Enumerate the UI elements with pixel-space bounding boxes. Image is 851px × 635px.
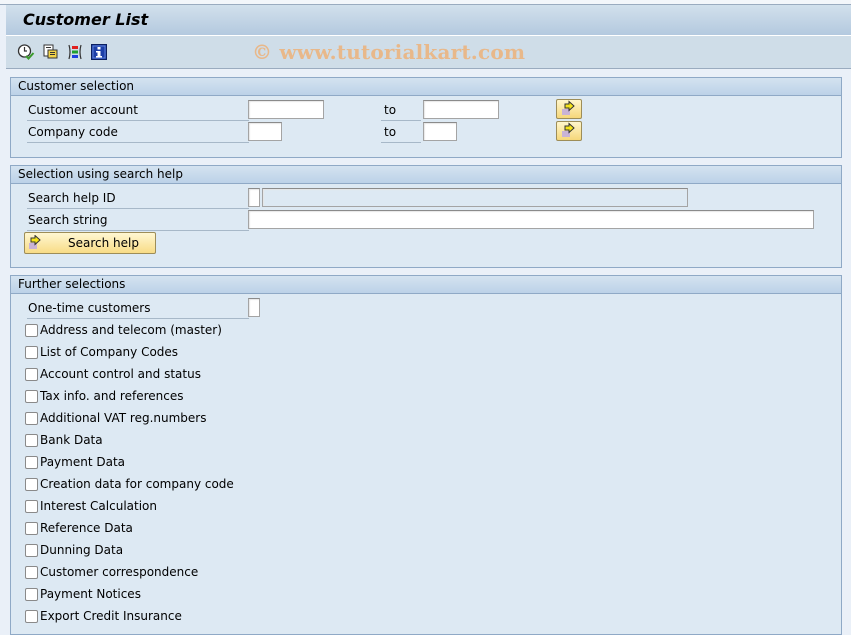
- one-time-customers-label: One-time customers: [27, 298, 249, 319]
- title-bar: Customer List: [6, 5, 851, 36]
- checkbox-label: Customer correspondence: [40, 565, 199, 579]
- further-selections-header: Further selections: [11, 276, 841, 294]
- arrow-right-icon: [29, 235, 41, 249]
- checkbox-label: Export Credit Insurance: [40, 609, 182, 623]
- checkbox[interactable]: [25, 390, 38, 403]
- customer-account-to-input[interactable]: [423, 100, 499, 119]
- search-help-button[interactable]: Search help: [24, 232, 156, 254]
- checkbox[interactable]: [25, 566, 38, 579]
- checkbox[interactable]: [25, 434, 38, 447]
- one-time-customers-input[interactable]: [248, 298, 260, 317]
- customer-account-from-input[interactable]: [248, 100, 324, 119]
- company-code-label: Company code: [27, 122, 249, 143]
- search-string-input[interactable]: [248, 210, 814, 229]
- checkbox[interactable]: [25, 610, 38, 623]
- checkbox-label: List of Company Codes: [40, 345, 179, 359]
- checkbox-label: Interest Calculation: [40, 499, 157, 513]
- company-code-multiple-selection-button[interactable]: [556, 121, 582, 141]
- checkbox[interactable]: [25, 500, 38, 513]
- checkbox[interactable]: [25, 588, 38, 601]
- checkbox-label: Account control and status: [40, 367, 201, 381]
- company-code-to-input[interactable]: [423, 122, 457, 141]
- checkbox[interactable]: [25, 324, 38, 337]
- checkbox-label: Creation data for company code: [40, 477, 234, 491]
- search-help-header: Selection using search help: [11, 166, 841, 184]
- checkbox[interactable]: [25, 346, 38, 359]
- watermark-text: © www.tutorialkart.com: [252, 40, 526, 64]
- search-help-id-description: [262, 188, 688, 207]
- checkbox-label: Bank Data: [40, 433, 103, 447]
- further-selections-group: Further selections One-time customers Ad…: [10, 275, 842, 635]
- application-toolbar: © www.tutorialkart.com: [6, 36, 851, 69]
- checkbox[interactable]: [25, 522, 38, 535]
- checkbox[interactable]: [25, 412, 38, 425]
- multiple-selection-arrow-icon: [562, 122, 575, 137]
- search-help-id-input[interactable]: [248, 188, 260, 207]
- search-string-label: Search string: [27, 210, 249, 231]
- checkbox-label: Additional VAT reg.numbers: [40, 411, 207, 425]
- customer-account-to-label: to: [381, 100, 421, 121]
- customer-account-multiple-selection-button[interactable]: [556, 99, 582, 119]
- search-help-id-label: Search help ID: [27, 188, 249, 209]
- company-code-to-label: to: [381, 122, 421, 143]
- checkbox-label: Reference Data: [40, 521, 133, 535]
- customer-selection-header: Customer selection: [11, 78, 841, 96]
- checkbox-label: Address and telecom (master): [40, 323, 222, 337]
- checkbox-label: Tax info. and references: [40, 389, 184, 403]
- get-variant-icon[interactable]: [42, 43, 60, 61]
- checkbox-label: Dunning Data: [40, 543, 124, 557]
- dynamic-selections-icon[interactable]: [66, 43, 84, 61]
- checkbox[interactable]: [25, 368, 38, 381]
- company-code-from-input[interactable]: [248, 122, 282, 141]
- page-title: Customer List: [23, 10, 149, 29]
- customer-account-label: Customer account: [27, 100, 249, 121]
- checkbox[interactable]: [25, 456, 38, 469]
- checkbox-label: Payment Notices: [40, 587, 141, 601]
- search-help-group: Selection using search help Search help …: [10, 165, 842, 268]
- checkbox[interactable]: [25, 544, 38, 557]
- execute-icon[interactable]: [17, 43, 35, 61]
- multiple-selection-arrow-icon: [562, 100, 575, 115]
- search-help-button-label: Search help: [68, 236, 139, 250]
- program-documentation-icon[interactable]: [90, 43, 108, 61]
- checkbox[interactable]: [25, 478, 38, 491]
- customer-selection-group: Customer selection Customer account to C…: [10, 77, 842, 158]
- checkbox-label: Payment Data: [40, 455, 126, 469]
